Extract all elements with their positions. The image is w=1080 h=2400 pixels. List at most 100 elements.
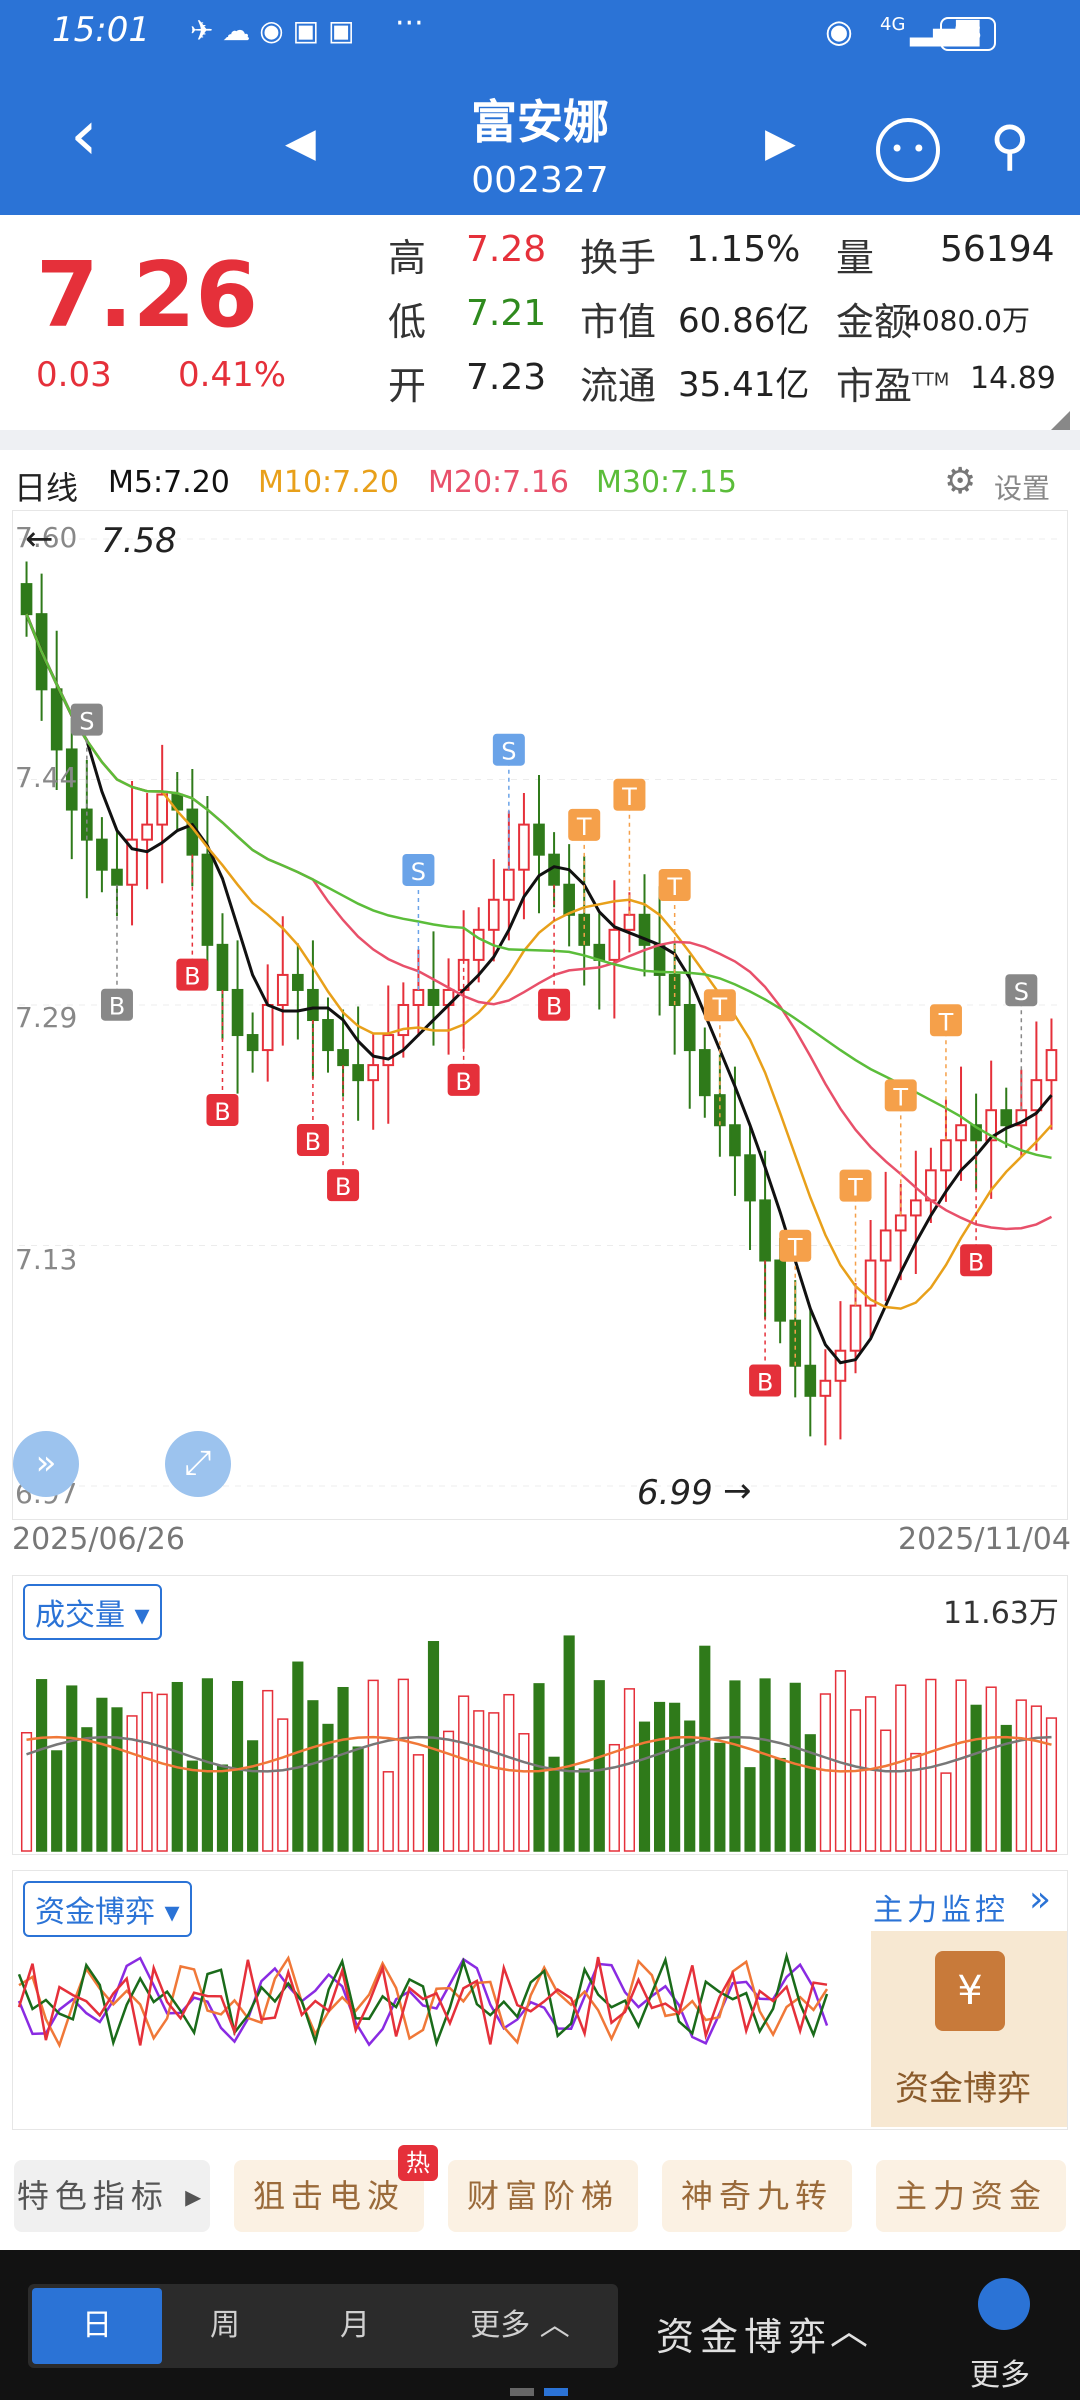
volume-bar <box>819 1693 831 1852</box>
float-cap-value: 35.41亿 <box>678 365 810 405</box>
volume-bar <box>186 1760 198 1852</box>
volume-bar <box>231 1680 244 1852</box>
candle-body <box>276 973 289 1006</box>
candle-body <box>412 988 425 1006</box>
open-label: 开 <box>388 364 427 408</box>
feature-magic-nine[interactable]: 神奇九转 <box>662 2160 852 2232</box>
candle-body <box>231 988 244 1037</box>
period-more[interactable]: 更多 ︿ <box>440 2288 600 2364</box>
candle-body <box>955 1124 967 1142</box>
fund-flow-promo[interactable]: ¥ 资金博弈 <box>871 1931 1067 2127</box>
date-end: 2025/11/04 <box>898 1522 1071 1557</box>
fullscreen-icon[interactable]: ⤢ <box>165 1431 231 1497</box>
volume-bar <box>940 1772 952 1852</box>
signal-label: B <box>335 1173 351 1201</box>
period-week[interactable]: 周 <box>160 2288 290 2364</box>
volume-bar <box>427 1641 440 1852</box>
volume-bar <box>623 1688 636 1852</box>
signal-label: T <box>621 783 637 811</box>
candle-body <box>1045 1049 1058 1082</box>
volume-value: 56194 <box>940 229 1055 270</box>
feature-sniper-wave[interactable]: 狙击电波 <box>234 2160 424 2232</box>
period-day[interactable]: 日 <box>32 2288 162 2364</box>
expand-left-icon[interactable]: » <box>13 1431 79 1497</box>
candle-body <box>201 853 214 946</box>
quote-panel: 7.26 0.03 0.41% 高 7.28 换手 1.15% 量 56194 … <box>0 215 1080 445</box>
stock-name: 富安娜 <box>471 95 609 149</box>
volume-bar <box>111 1707 123 1852</box>
volume-bar <box>382 1771 394 1852</box>
ma-legend: 日线 M5:7.20 M10:7.20 M20:7.16 M30:7.15 ⚙ … <box>0 455 1080 511</box>
candle-body <box>894 1214 907 1232</box>
volume-bar <box>684 1720 696 1852</box>
candle-body <box>261 1003 274 1052</box>
low-value: 7.21 <box>466 293 547 334</box>
more-menu-label[interactable]: 更多 <box>970 2350 1030 2394</box>
period-month[interactable]: 月 <box>290 2288 420 2364</box>
assistant-icon[interactable]: • • <box>876 118 940 182</box>
volume-bar <box>548 1756 560 1852</box>
signal-label: S <box>411 858 426 886</box>
candle-body <box>96 838 108 871</box>
volume-bar <box>880 1729 892 1852</box>
signal-label: B <box>214 1098 230 1126</box>
settings-icon[interactable]: ⚙ <box>944 461 976 502</box>
monitor-chevron-icon[interactable]: » <box>1029 1879 1051 1920</box>
kline-chart[interactable]: SBBBBBSBSBTTTTBTTTTBS 7.60 7.44 7.29 7.1… <box>12 510 1068 1520</box>
candle-body <box>759 1199 771 1262</box>
market-cap-value: 60.86亿 <box>678 301 810 341</box>
feature-wealth-ladder[interactable]: 财富阶梯 <box>448 2160 638 2232</box>
low-annotation: 6.99 <box>637 1473 713 1513</box>
page-dot <box>510 2388 534 2396</box>
ma20-line <box>25 613 1053 1231</box>
volume-bar <box>503 1693 515 1852</box>
indicator-chevron-icon[interactable]: ︿ <box>830 2300 868 2355</box>
volume-bar <box>1015 1699 1027 1852</box>
ma30-value: M30:7.15 <box>596 465 737 500</box>
back-icon[interactable]: ‹ <box>70 100 98 170</box>
feature-special-indicator[interactable]: 特色指标 ▸ <box>14 2160 210 2232</box>
volume-bar <box>669 1702 681 1852</box>
last-price: 7.26 <box>36 243 259 348</box>
volume-bar <box>593 1680 605 1852</box>
volume-svg <box>20 1635 1058 1852</box>
volume-bar <box>473 1710 485 1852</box>
amount-value: 4080.0万 <box>904 304 1030 337</box>
search-icon[interactable]: ⚲ <box>990 114 1030 177</box>
settings-label[interactable]: 设置 <box>994 467 1050 507</box>
signal-label: B <box>109 993 125 1021</box>
volume-bar <box>277 1718 289 1852</box>
prev-stock-icon[interactable]: ◀ <box>285 120 316 166</box>
candle-body <box>246 1034 259 1052</box>
date-start: 2025/06/26 <box>12 1522 185 1557</box>
candle-body <box>111 868 123 886</box>
volume-bar <box>895 1684 907 1852</box>
candle-body <box>141 823 153 841</box>
expand-corner-icon[interactable] <box>1050 411 1070 431</box>
main-monitor-link[interactable]: 主力监控 <box>873 1885 1009 1929</box>
more-menu-icon[interactable] <box>978 2278 1030 2330</box>
volume-bar <box>201 1678 213 1852</box>
volume-bar <box>66 1685 78 1852</box>
candle-body <box>729 1124 741 1157</box>
high-label: 高 <box>388 236 427 280</box>
volume-bar <box>337 1686 349 1852</box>
signal-label: S <box>501 738 516 766</box>
volume-bar <box>247 1740 259 1852</box>
volume-bar <box>458 1695 470 1852</box>
bottom-indicator-selector[interactable]: 资金博弈 <box>656 2306 832 2361</box>
next-stock-icon[interactable]: ▶ <box>765 120 796 166</box>
amount-label: 金额 <box>836 300 913 344</box>
volume-bar <box>699 1645 711 1852</box>
period-label[interactable]: 日线 <box>14 463 78 509</box>
candle-body <box>20 583 33 616</box>
feature-main-fund[interactable]: 主力资金 <box>876 2160 1066 2232</box>
signal-label: T <box>576 813 592 841</box>
volume-bar <box>578 1768 590 1852</box>
y-tick-3: 7.13 <box>15 1243 78 1276</box>
candle-body <box>487 898 500 931</box>
volume-bar <box>81 1727 93 1852</box>
fund-flow-dropdown[interactable]: 资金博弈 ▾ <box>23 1881 192 1937</box>
notification-icons: ✈ ☁ ◉ ▣ ▣ <box>190 14 355 47</box>
volume-indicator-dropdown[interactable]: 成交量 ▾ <box>23 1584 162 1640</box>
